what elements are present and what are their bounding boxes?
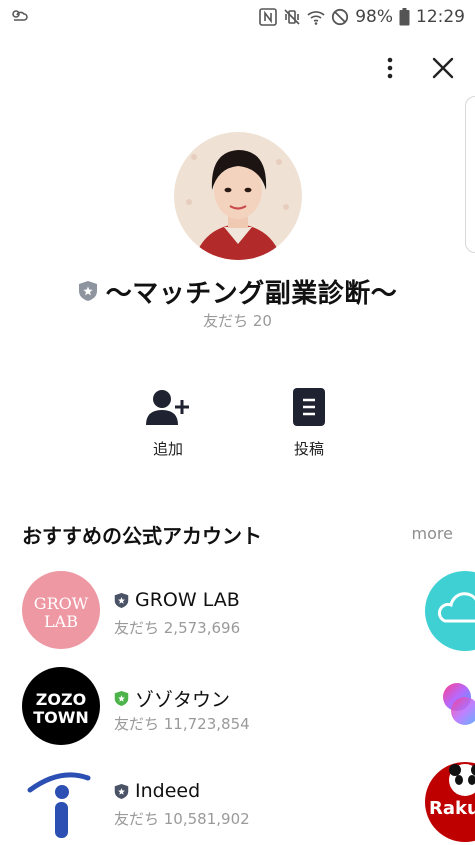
- account-item-zozotown[interactable]: ZOZO TOWN ゾゾタウン 友だち 11,723,854: [22, 667, 412, 747]
- verified-badge-icon: [114, 783, 129, 799]
- svg-text:GROW: GROW: [34, 594, 89, 613]
- close-button[interactable]: [423, 48, 463, 88]
- account-friends: 友だち 11,723,854: [114, 715, 250, 733]
- svg-text:ZOZO: ZOZO: [36, 690, 86, 709]
- account-name-row: GROW LAB: [114, 589, 240, 611]
- profile-avatar[interactable]: [174, 132, 302, 260]
- verified-badge-icon: [114, 592, 129, 608]
- rakuten-peek-text: Raku: [429, 798, 475, 819]
- svg-text:LAB: LAB: [44, 612, 78, 631]
- avatar-image: [174, 132, 302, 260]
- weather-icon: [12, 10, 28, 21]
- zozotown-logo: ZOZO TOWN: [22, 667, 100, 745]
- account-item-indeed[interactable]: Indeed 友だち 10,581,902: [22, 762, 412, 842]
- vibrate-icon: [284, 9, 300, 25]
- more-vert-icon: [387, 57, 393, 79]
- profile-title-row: 〜マッチング副業診断〜: [0, 272, 475, 310]
- peek-cloud-account[interactable]: [425, 571, 475, 651]
- add-friend-icon: [146, 390, 189, 425]
- indeed-logo: [22, 762, 100, 840]
- account-name: GROW LAB: [135, 589, 240, 611]
- verified-badge-icon: [78, 281, 97, 301]
- account-friends: 友だち 10,581,902: [114, 810, 250, 828]
- account-name-row: ゾゾタウン: [114, 685, 230, 712]
- nfc-icon: [259, 8, 278, 26]
- battery-icon: [399, 8, 410, 26]
- posts-icon: [293, 388, 325, 426]
- rakuten-logo-icon: Raku: [425, 762, 475, 842]
- status-time: 12:29: [416, 7, 465, 27]
- account-friends: 友だち 2,573,696: [114, 619, 241, 637]
- cloud-logo-icon: [425, 571, 475, 651]
- add-friend-label: 追加: [152, 440, 183, 458]
- profile-friends-count: 友だち 20: [203, 312, 272, 330]
- gradient-logo-icon: [443, 683, 475, 725]
- posts-label: 投稿: [293, 440, 324, 458]
- more-link[interactable]: more: [412, 524, 453, 543]
- battery-percent: 98%: [355, 7, 393, 27]
- verified-badge-icon: [114, 691, 129, 706]
- profile-name: 〜マッチング副業診断〜: [105, 278, 398, 309]
- posts-button[interactable]: 投稿: [274, 388, 344, 459]
- more-menu-button[interactable]: [370, 48, 410, 88]
- peek-gradient-account[interactable]: [425, 667, 475, 747]
- peek-rakuten-account[interactable]: Raku: [425, 762, 475, 842]
- account-name: Indeed: [135, 780, 201, 802]
- side-card-edge: [465, 96, 475, 253]
- add-friend-button[interactable]: 追加: [133, 388, 203, 459]
- account-name-row: Indeed: [114, 780, 200, 802]
- grow-lab-logo: GROW LAB: [22, 571, 100, 649]
- close-icon: [432, 57, 454, 79]
- wifi-icon: [307, 11, 325, 25]
- do-not-disturb-icon: [332, 8, 349, 26]
- recommended-title: おすすめの公式アカウント: [22, 524, 262, 548]
- account-name: ゾゾタウン: [135, 689, 231, 711]
- status-bar: 98% 12:29: [0, 0, 475, 34]
- account-item-grow-lab[interactable]: GROW LAB GROW LAB 友だち 2,573,696: [22, 571, 412, 651]
- svg-text:TOWN: TOWN: [33, 708, 89, 727]
